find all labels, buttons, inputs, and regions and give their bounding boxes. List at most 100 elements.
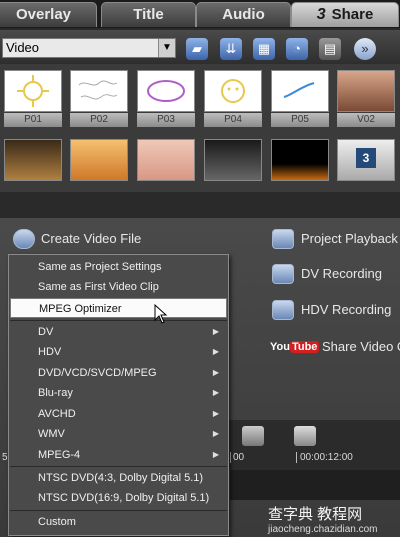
thumbnail-p01[interactable]: P01	[4, 70, 62, 128]
expand-icon[interactable]: »	[354, 38, 376, 60]
thumbnail-p03[interactable]: P03	[137, 70, 195, 128]
submenu-arrow-icon: ▶	[212, 429, 219, 438]
menu-item-ntsc-dvd-16-9[interactable]: NTSC DVD(16:9, Dolby Digital 5.1)	[10, 488, 227, 508]
thumbnail-label: P04	[204, 113, 262, 127]
thumbnail-row2-5[interactable]	[271, 139, 329, 197]
thumbnail-p05[interactable]: P05	[271, 70, 329, 128]
capture-icon[interactable]: ◔	[286, 38, 308, 60]
menu-item-label: NTSC DVD(16:9, Dolby Digital 5.1)	[38, 492, 210, 504]
tab-title-label: Title	[133, 6, 164, 23]
thumbnail-image	[137, 70, 195, 112]
dv-recording-button[interactable]: DV Recording	[301, 266, 382, 281]
hdv-camera-icon	[272, 300, 294, 320]
hdv-recording-button[interactable]: HDV Recording	[301, 302, 391, 317]
thumbnail-label: V02	[337, 113, 395, 127]
library-dropdown-value: Video	[6, 40, 40, 55]
menu-item-label: MPEG Optimizer	[39, 303, 122, 315]
thumbnail-row2-4[interactable]	[204, 139, 262, 197]
menu-item-ntsc-dvd-4-3[interactable]: NTSC DVD(4:3, Dolby Digital 5.1)	[10, 468, 227, 488]
menu-item-dv[interactable]: DV ▶	[10, 322, 227, 342]
menu-item-custom[interactable]: Custom	[10, 512, 227, 532]
create-video-file-button[interactable]: Create Video File	[41, 231, 141, 246]
thumbnail-label: P05	[271, 113, 329, 127]
tab-audio[interactable]: Audio	[196, 2, 291, 27]
thumbnail-image	[70, 70, 128, 112]
tab-audio-label: Audio	[222, 6, 265, 23]
youtube-logo: You Tube	[270, 340, 320, 354]
thumbnail-image	[271, 70, 329, 112]
menu-item-label: DV	[38, 326, 54, 338]
tab-title[interactable]: Title	[101, 2, 196, 27]
thumbnail-row2-6[interactable]: 3	[337, 139, 395, 197]
menu-item-bluray[interactable]: Blu-ray ▶	[10, 383, 227, 403]
timeline-ruler: 5.0 00 00:00:12:00	[2, 452, 400, 466]
menu-item-mpeg-optimizer[interactable]: MPEG Optimizer	[10, 298, 227, 318]
menu-item-label: DVD/VCD/SVCD/MPEG	[38, 367, 157, 379]
share-step-badge: 3	[356, 148, 376, 168]
menu-separator	[10, 466, 227, 467]
menu-item-label: MPEG-4	[38, 449, 81, 461]
project-playback-button[interactable]: Project Playback	[301, 231, 398, 246]
chevron-down-icon[interactable]: ▼	[158, 39, 175, 57]
submenu-arrow-icon: ▶	[212, 388, 219, 397]
submenu-arrow-icon: ▶	[212, 327, 219, 336]
sort-icon[interactable]: ⇊	[220, 38, 242, 60]
menu-item-label: HDV	[38, 346, 62, 358]
tab-bar: Overlay Title Audio 3 Share	[0, 0, 400, 28]
menu-separator	[10, 320, 227, 321]
submenu-arrow-icon: ▶	[212, 347, 219, 356]
dv-camera-icon	[272, 264, 294, 284]
thumbnail-image	[137, 139, 195, 181]
library-manager-icon[interactable]: ▤	[319, 38, 341, 60]
watermark-title: 查字典 教程网	[268, 506, 363, 523]
thumbnail-image	[204, 70, 262, 112]
thumbnail-image	[204, 139, 262, 181]
media-library: P01 P02 P03 P04 P05 V02 3	[0, 64, 400, 192]
watermark: 查字典 教程网 jiaocheng.chazidian.com	[268, 503, 396, 535]
watermark-url: jiaocheng.chazidian.com	[268, 524, 378, 535]
mouse-cursor-icon	[154, 303, 168, 324]
tab-overlay-label: Overlay	[15, 6, 72, 23]
library-dropdown[interactable]: Video ▼	[2, 38, 176, 58]
auto-music-icon[interactable]	[294, 426, 316, 446]
submenu-arrow-icon: ▶	[212, 368, 219, 377]
menu-item-dvd-vcd[interactable]: DVD/VCD/SVCD/MPEG ▶	[10, 363, 227, 383]
menu-item-label: Same as First Video Clip	[38, 281, 159, 293]
submenu-arrow-icon: ▶	[212, 450, 219, 459]
menu-item-mpeg4[interactable]: MPEG-4 ▶	[10, 445, 227, 465]
menu-item-label: NTSC DVD(4:3, Dolby Digital 5.1)	[38, 472, 204, 484]
timeline-track[interactable]	[230, 470, 400, 500]
tab-share-step-number: 3	[316, 6, 326, 23]
open-folder-icon[interactable]: ▰	[186, 38, 208, 60]
thumbnail-row2-1[interactable]	[4, 139, 62, 197]
share-video-online-button[interactable]: Share Video O	[322, 339, 400, 354]
thumbnail-p02[interactable]: P02	[70, 70, 128, 128]
menu-item-wmv[interactable]: WMV ▶	[10, 424, 227, 444]
thumbnail-image: 3	[337, 139, 395, 181]
thumbnail-p04[interactable]: P04	[204, 70, 262, 128]
project-playback-icon	[272, 229, 294, 249]
thumbnail-label: P02	[70, 113, 128, 127]
menu-item-hdv[interactable]: HDV ▶	[10, 342, 227, 362]
thumbnail-label: P03	[137, 113, 195, 127]
tab-overlay[interactable]: Overlay	[0, 2, 97, 27]
ruler-label: 00	[230, 452, 244, 463]
thumbnail-label: P01	[4, 113, 62, 127]
thumbnail-image	[4, 139, 62, 181]
thumbnail-image	[271, 139, 329, 181]
view-options-icon[interactable]: ▦	[253, 38, 275, 60]
ruler-label: 00:00:12:00	[296, 452, 353, 463]
thumbnail-row2-3[interactable]	[137, 139, 195, 197]
thumbnail-v02[interactable]: V02	[337, 70, 395, 128]
menu-item-label: WMV	[38, 428, 65, 440]
menu-item-label: Blu-ray	[38, 387, 73, 399]
submenu-arrow-icon: ▶	[212, 409, 219, 418]
film-reel-icon	[13, 229, 35, 249]
thumbnail-row2-2[interactable]	[70, 139, 128, 197]
thumbnail-image	[70, 139, 128, 181]
menu-item-same-as-first-clip[interactable]: Same as First Video Clip	[10, 277, 227, 297]
menu-item-avchd[interactable]: AVCHD ▶	[10, 404, 227, 424]
tab-share[interactable]: 3 Share	[291, 2, 399, 27]
menu-item-same-as-project[interactable]: Same as Project Settings	[10, 257, 227, 277]
audio-mixer-icon[interactable]	[242, 426, 264, 446]
